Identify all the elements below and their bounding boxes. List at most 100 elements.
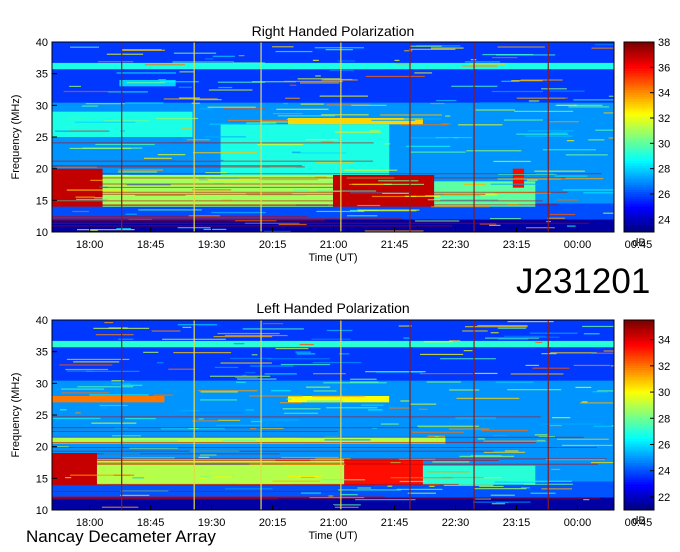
- heatmap-streak: [557, 438, 609, 440]
- heatmap-streak: [218, 419, 241, 421]
- heatmap-row: [52, 73, 614, 78]
- heatmap-streak: [410, 151, 466, 153]
- heatmap-streak: [55, 130, 110, 132]
- heatmap-streak: [361, 404, 384, 406]
- heatmap-row: [52, 86, 614, 90]
- x-tick-label: 21:45: [381, 517, 409, 529]
- heatmap-streak: [306, 386, 331, 388]
- heatmap-streak: [389, 407, 411, 409]
- heatmap-streak: [100, 407, 109, 409]
- heatmap-streak: [282, 408, 321, 410]
- heatmap-streak: [158, 79, 167, 81]
- heatmap-streak: [278, 223, 307, 226]
- heatmap-rfi-line: [52, 225, 453, 227]
- x-tick-label: 00:00: [564, 517, 592, 529]
- heatmap-streak: [367, 409, 383, 411]
- heatmap-streak: [490, 494, 515, 496]
- y-tick-label: 20: [36, 164, 48, 176]
- heatmap-streak: [575, 386, 592, 389]
- heatmap-streak: [90, 179, 103, 181]
- heatmap-streak: [283, 80, 343, 83]
- x-axis-label: Time (UT): [308, 530, 357, 542]
- heatmap-rfi-line: [52, 204, 353, 206]
- heatmap-streak: [315, 161, 354, 163]
- heatmap-streak: [301, 492, 321, 494]
- heatmap-streak: [549, 90, 585, 92]
- heatmap-streak: [59, 409, 67, 411]
- heatmap-streak: [77, 229, 135, 231]
- heatmap-streak: [177, 324, 218, 326]
- spectrogram-panel-2: Left Handed Polarization 10 15 20 25 30 35 40 Fr…: [10, 300, 670, 542]
- heatmap-streak: [456, 397, 520, 399]
- heatmap-streak: [455, 417, 497, 419]
- heatmap-streak: [497, 327, 527, 329]
- heatmap-streak: [426, 381, 461, 383]
- y-tick-label: 35: [36, 69, 48, 81]
- heatmap-streak: [296, 353, 316, 355]
- heatmap-streak: [326, 329, 353, 332]
- heatmap-streak: [541, 423, 603, 425]
- heatmap-streak: [157, 154, 186, 156]
- heatmap-streak: [440, 358, 496, 360]
- heatmap-streak: [541, 88, 567, 90]
- heatmap-streak: [527, 130, 574, 132]
- heatmap-streak: [491, 90, 544, 93]
- heatmap-streak: [132, 477, 145, 479]
- heatmap-streak: [384, 183, 425, 185]
- heatmap-streak: [409, 403, 437, 405]
- heatmap-rfi-line: [52, 484, 375, 486]
- heatmap-rfi-line: [52, 490, 354, 492]
- heatmap-streak: [81, 105, 99, 107]
- heatmap-streak: [145, 64, 186, 66]
- heatmap-streak: [525, 364, 539, 367]
- heatmap-streak: [491, 503, 506, 505]
- heatmap-streak: [404, 50, 413, 52]
- heatmap-streak: [584, 456, 610, 458]
- heatmap-streak: [495, 381, 534, 383]
- x-tick-label: 22:30: [442, 239, 470, 251]
- heatmap-streak: [116, 227, 132, 230]
- heatmap-streak: [406, 145, 451, 147]
- heatmap-streak: [192, 189, 232, 191]
- x-axis-label: Time (UT): [308, 252, 357, 264]
- colorbar-tick-label: 30: [658, 387, 670, 399]
- heatmap-streak: [507, 389, 562, 391]
- heatmap-streak: [319, 452, 357, 454]
- heatmap-streak: [272, 112, 303, 115]
- x-tick-label: 23:15: [503, 517, 531, 529]
- heatmap-streak: [160, 81, 199, 83]
- x-tick-label: 20:15: [259, 517, 287, 529]
- heatmap-streak: [270, 390, 291, 392]
- heatmap-streak: [549, 121, 579, 123]
- heatmap-streak: [481, 429, 529, 432]
- heatmap-streak: [498, 338, 529, 340]
- y-tick-label: 25: [36, 132, 48, 144]
- heatmap-streak: [236, 482, 291, 485]
- heatmap-streak: [508, 480, 572, 482]
- heatmap-streak: [124, 417, 156, 420]
- heatmap-streak: [112, 435, 142, 437]
- colorbar-tick-label: 26: [658, 189, 670, 201]
- x-tick-label: 18:00: [76, 239, 104, 251]
- heatmap-streak: [156, 117, 199, 120]
- heatmap-streak: [248, 194, 307, 196]
- heatmap-streak: [477, 324, 528, 327]
- heatmap-streak: [138, 209, 202, 211]
- x-tick-label: 22:30: [442, 517, 470, 529]
- heatmap-streak: [541, 488, 573, 490]
- heatmap-streak: [325, 49, 353, 51]
- heatmap-streak: [554, 175, 588, 177]
- heatmap-streak: [156, 362, 164, 364]
- colorbar: 22 24 26 28 30 32 34 dB: [623, 319, 670, 527]
- heatmap-streak: [69, 85, 81, 88]
- heatmap-streak: [471, 146, 517, 148]
- heatmap-streak: [210, 476, 233, 478]
- heatmap-streak: [347, 215, 378, 217]
- heatmap-streak: [490, 332, 499, 334]
- heatmap-streak: [65, 477, 72, 479]
- heatmap-streak: [550, 132, 567, 134]
- heatmap-streak: [266, 358, 330, 360]
- heatmap-streak: [295, 351, 311, 353]
- heatmap-streak: [429, 485, 435, 487]
- heatmap-streak: [182, 326, 192, 328]
